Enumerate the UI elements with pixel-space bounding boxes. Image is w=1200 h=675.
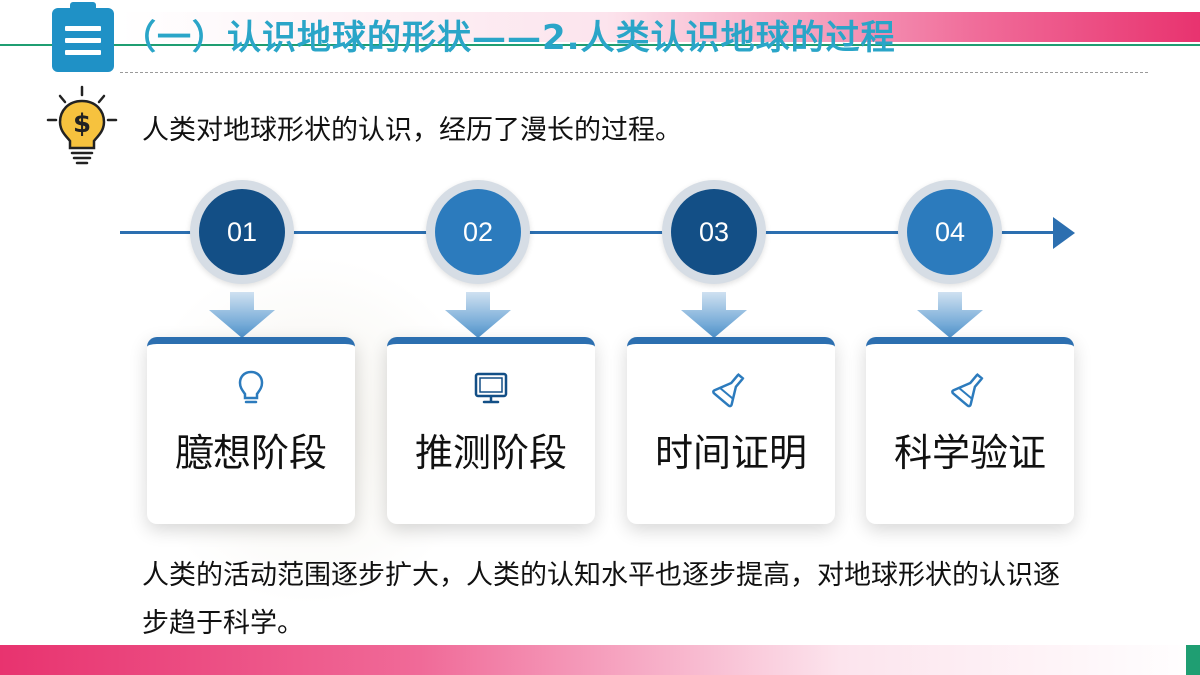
stage-card-1: 臆想阶段: [147, 337, 355, 524]
down-arrow-icon: [917, 292, 983, 338]
down-arrow-icon: [445, 292, 511, 338]
step-circle-2: 02: [426, 180, 530, 284]
down-arrow-icon: [209, 292, 275, 338]
footer-gradient-band: [0, 645, 1200, 675]
step-circle-3: 03: [662, 180, 766, 284]
stage-label-2: 推测阶段: [414, 431, 567, 475]
menu-list-icon: [52, 2, 114, 72]
step-circle-1: 01: [190, 180, 294, 284]
stage-card-2: 推测阶段: [387, 337, 595, 524]
flask-icon: [712, 372, 745, 408]
svg-text:$: $: [73, 109, 91, 139]
step-number-2: 02: [435, 189, 521, 275]
lightbulb-icon: [238, 370, 264, 404]
header-dotted-divider: [120, 72, 1148, 73]
footer-accent: [1186, 645, 1200, 675]
lightbulb-dollar-icon: $: [46, 85, 118, 165]
down-arrow-icon: [681, 292, 747, 338]
intro-text: 人类对地球形状的认识，经历了漫长的过程。: [142, 115, 682, 146]
step-number-3: 03: [671, 189, 757, 275]
stage-label-4: 科学验证: [893, 431, 1046, 475]
stage-label-1: 臆想阶段: [174, 431, 327, 475]
step-circle-4: 04: [898, 180, 1002, 284]
monitor-icon: [474, 372, 508, 404]
stage-card-3: 时间证明: [627, 337, 835, 524]
step-number-4: 04: [907, 189, 993, 275]
page-title: （一）认识地球的形状——2.人类认识地球的过程: [122, 18, 896, 58]
flask-icon: [951, 372, 984, 408]
stage-card-4: 科学验证: [866, 337, 1074, 524]
stage-label-3: 时间证明: [654, 431, 807, 475]
timeline-arrow-icon: [1053, 217, 1075, 249]
conclusion-text: 人类的活动范围逐步扩大，人类的认知水平也逐步提高，对地球形状的认识逐步趋于科学。: [142, 560, 1060, 639]
step-number-1: 01: [199, 189, 285, 275]
